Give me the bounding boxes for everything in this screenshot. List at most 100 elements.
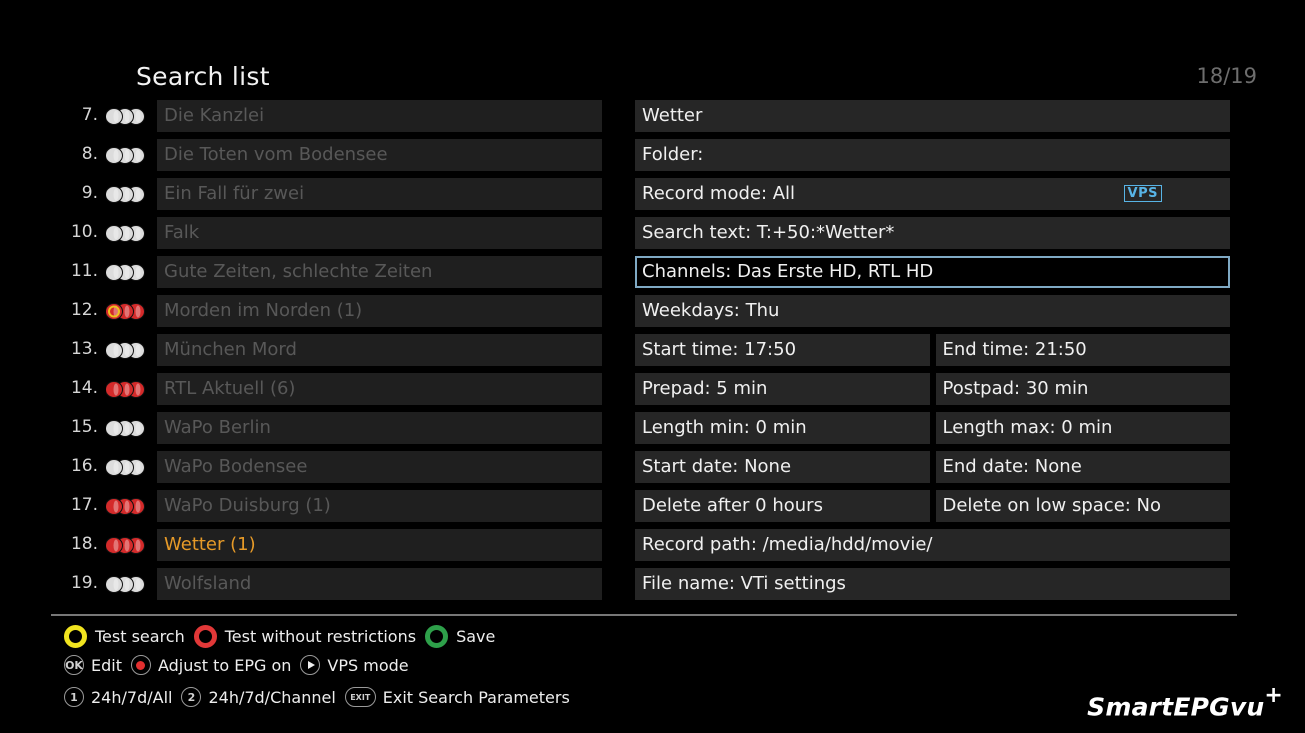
detail-field[interactable]: Start time: 17:50: [635, 334, 930, 366]
timer-status-icon: [105, 420, 146, 437]
detail-field[interactable]: Prepad: 5 min: [635, 373, 930, 405]
hint-test-without-restrictions[interactable]: Test without restrictions: [225, 627, 416, 646]
detail-row: Record mode: All VPS: [635, 178, 1230, 210]
timer-status-icon: [105, 264, 146, 281]
detail-row: Search text: T:+50:*Wetter*: [635, 217, 1230, 249]
detail-field[interactable]: Record mode: All VPS: [635, 178, 1230, 210]
detail-row: Weekdays: Thu: [635, 295, 1230, 327]
timer-status-icon: [105, 225, 146, 242]
detail-field-text: End date: None: [942, 456, 1082, 477]
list-item-name: Die Toten vom Bodensee: [157, 139, 602, 171]
detail-field[interactable]: Postpad: 30 min: [935, 373, 1230, 405]
detail-field-text: Start time: 17:50: [642, 339, 797, 360]
timer-status-icon: [105, 108, 146, 125]
list-item[interactable]: 12. Morden im Norden (1): [60, 295, 602, 327]
list-item-name: Wolfsland: [157, 568, 602, 600]
timer-status-icon: [105, 459, 146, 476]
list-item-name: Die Kanzlei: [157, 100, 602, 132]
list-item-number: 9.: [81, 183, 98, 203]
detail-field[interactable]: Length min: 0 min: [635, 412, 930, 444]
detail-field-text: File name: VTi settings: [642, 573, 846, 594]
hint-24h-7d-channel[interactable]: 24h/7d/Channel: [208, 688, 335, 707]
detail-field[interactable]: Channels: Das Erste HD, RTL HD: [635, 256, 1230, 288]
detail-field[interactable]: Start date: None: [635, 451, 930, 483]
list-item-number: 10.: [70, 222, 98, 242]
search-details-panel: Wetter Folder: Record mode: All VPS Search t…: [635, 100, 1230, 607]
detail-field[interactable]: Delete on low space: No: [935, 490, 1230, 522]
detail-row: Length min: 0 min Length max: 0 min: [635, 412, 1230, 444]
detail-field[interactable]: Wetter: [635, 100, 1230, 132]
detail-field[interactable]: Length max: 0 min: [935, 412, 1230, 444]
detail-field[interactable]: End date: None: [935, 451, 1230, 483]
detail-field[interactable]: Record path: /media/hdd/movie/: [635, 529, 1230, 561]
play-key-icon: [300, 655, 321, 675]
list-item[interactable]: 7. Die Kanzlei: [60, 100, 602, 132]
list-item[interactable]: 8. Die Toten vom Bodensee: [60, 139, 602, 171]
list-item[interactable]: 18. Wetter (1): [60, 529, 602, 561]
detail-row: Folder:: [635, 139, 1230, 171]
hint-line-3: 1 24h/7d/All 2 24h/7d/Channel EXIT Exit …: [64, 687, 579, 707]
smartepgvu-logo: SmartEPGvu+: [1087, 683, 1283, 722]
hint-24h-7d-all[interactable]: 24h/7d/All: [91, 688, 172, 707]
list-item-number: 15.: [70, 417, 98, 437]
detail-field[interactable]: Delete after 0 hours: [635, 490, 930, 522]
detail-field-text: Weekdays: Thu: [642, 300, 780, 321]
green-button-icon: [425, 625, 449, 648]
list-item-name: Falk: [157, 217, 602, 249]
timer-status-icon: [105, 537, 146, 554]
list-item-number: 17.: [70, 495, 98, 515]
list-item[interactable]: 13. München Mord: [60, 334, 602, 366]
list-item[interactable]: 17. WaPo Duisburg (1): [60, 490, 602, 522]
detail-row: Prepad: 5 min Postpad: 30 min: [635, 373, 1230, 405]
list-item-name: WaPo Berlin: [157, 412, 602, 444]
detail-row: Start time: 17:50 End time: 21:50: [635, 334, 1230, 366]
exit-key-icon: EXIT: [344, 687, 376, 707]
detail-field-text: Folder:: [642, 144, 704, 165]
timer-status-icon: [105, 498, 146, 515]
detail-field-text: End time: 21:50: [942, 339, 1087, 360]
detail-row: Delete after 0 hours Delete on low space:…: [635, 490, 1230, 522]
detail-field-text: Record mode: All: [642, 183, 796, 204]
hint-vps-mode[interactable]: VPS mode: [327, 656, 408, 675]
list-item[interactable]: 9. Ein Fall für zwei: [60, 178, 602, 210]
hint-test-search[interactable]: Test search: [95, 627, 185, 646]
key-1-icon: 1: [64, 687, 84, 707]
footer-divider: [51, 614, 1237, 616]
detail-row: Channels: Das Erste HD, RTL HD: [635, 256, 1230, 288]
detail-field[interactable]: Folder:: [635, 139, 1230, 171]
list-item-number: 13.: [70, 339, 98, 359]
list-item-name: RTL Aktuell (6): [157, 373, 602, 405]
hint-exit-search-parameters[interactable]: Exit Search Parameters: [383, 688, 570, 707]
hint-adjust-to-epg[interactable]: Adjust to EPG on: [158, 656, 291, 675]
list-item-number: 19.: [70, 573, 98, 593]
list-item-name: Gute Zeiten, schlechte Zeiten: [157, 256, 602, 288]
hint-edit[interactable]: Edit: [91, 656, 122, 675]
list-item[interactable]: 11. Gute Zeiten, schlechte Zeiten: [60, 256, 602, 288]
list-item[interactable]: 15. WaPo Berlin: [60, 412, 602, 444]
detail-field[interactable]: File name: VTi settings: [635, 568, 1230, 600]
list-item-number: 16.: [70, 456, 98, 476]
hint-save[interactable]: Save: [456, 627, 495, 646]
record-key-icon: [130, 655, 151, 675]
detail-field-text: Delete on low space: No: [942, 495, 1162, 516]
detail-field[interactable]: Weekdays: Thu: [635, 295, 1230, 327]
detail-row: Wetter: [635, 100, 1230, 132]
list-item[interactable]: 10. Falk: [60, 217, 602, 249]
detail-field-text: Search text: T:+50:*Wetter*: [642, 222, 895, 243]
detail-row: Record path: /media/hdd/movie/: [635, 529, 1230, 561]
list-item-name: WaPo Bodensee: [157, 451, 602, 483]
detail-field[interactable]: End time: 21:50: [935, 334, 1230, 366]
detail-field-text: Channels: Das Erste HD, RTL HD: [642, 261, 934, 282]
vps-badge: VPS: [1123, 185, 1162, 202]
detail-field-text: Length min: 0 min: [642, 417, 807, 438]
detail-field-text: Wetter: [642, 105, 703, 126]
list-item-number: 8.: [81, 144, 98, 164]
search-list: 7. Die Kanzlei 8. Die Toten vom Bodensee 9. E…: [60, 100, 602, 607]
detail-field[interactable]: Search text: T:+50:*Wetter*: [635, 217, 1230, 249]
list-item[interactable]: 16. WaPo Bodensee: [60, 451, 602, 483]
list-item-number: 12.: [70, 300, 98, 320]
timer-status-icon: [105, 303, 146, 320]
list-item[interactable]: 14. RTL Aktuell (6): [60, 373, 602, 405]
list-item-name: Ein Fall für zwei: [157, 178, 602, 210]
list-item[interactable]: 19. Wolfsland: [60, 568, 602, 600]
